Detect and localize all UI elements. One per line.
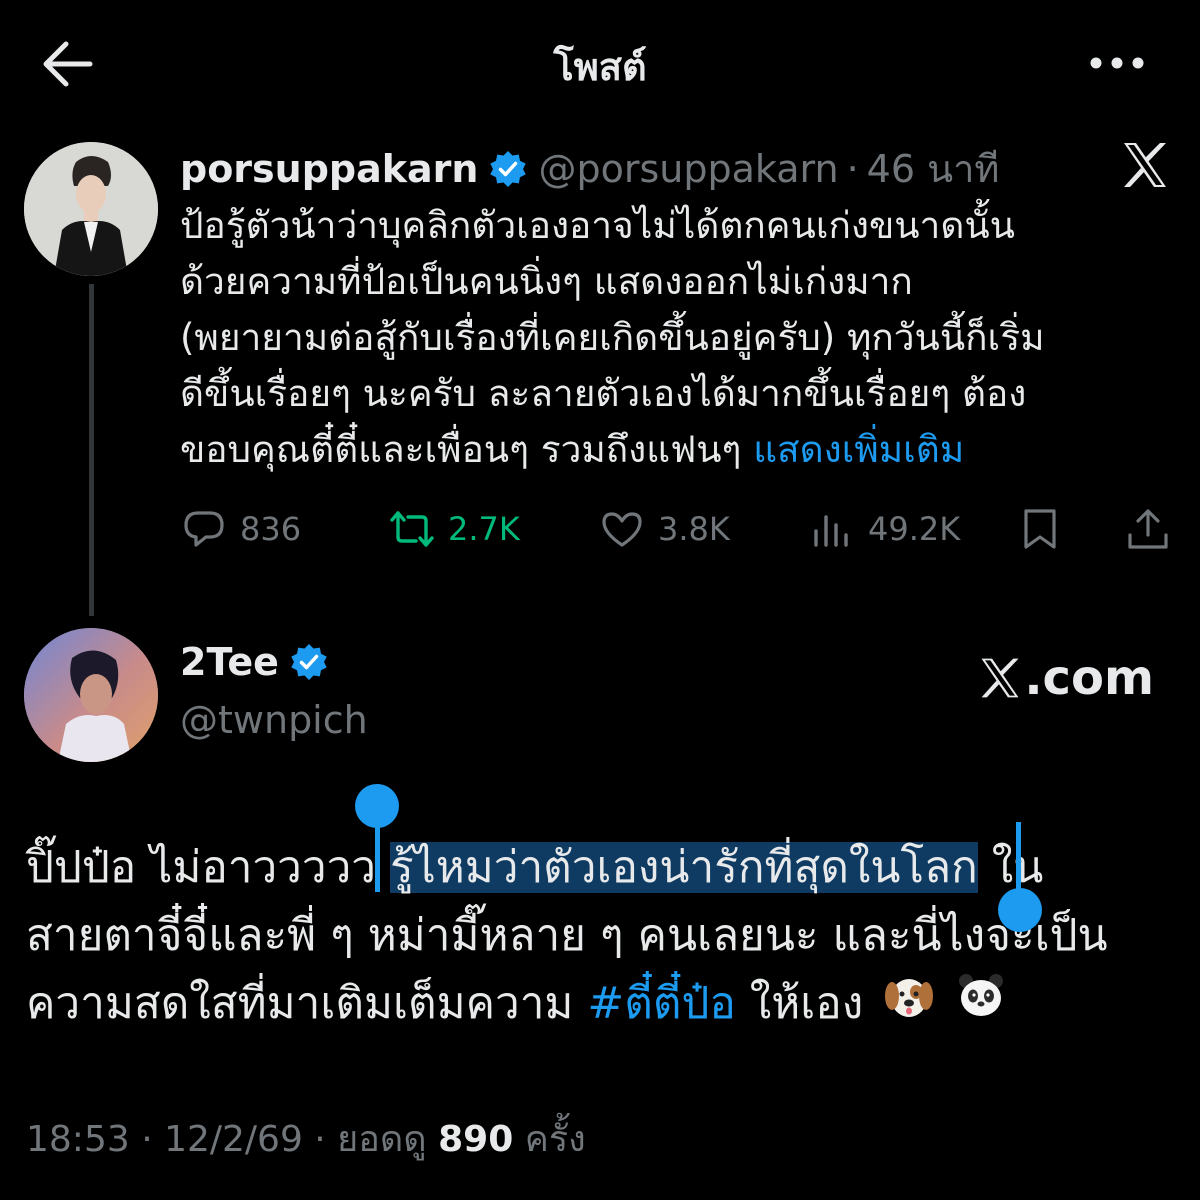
repost-icon xyxy=(390,511,434,547)
verified-badge-icon xyxy=(289,642,329,682)
heart-icon xyxy=(602,512,642,547)
author-handle[interactable]: @porsuppakarn xyxy=(538,147,838,191)
verified-badge-icon xyxy=(488,149,528,189)
post-line: (พยายามต่อสู้กับเรื่องที่เคยเกิดขึ้นอยู่… xyxy=(180,316,1045,359)
post-line-text: ขอบคุณตี๋ตี๋และเพื่อนๆ รวมถึงแฟนๆ xyxy=(180,428,754,471)
selected-text[interactable]: รู้ไหมว่าตัวเองน่ารักที่สุดในโลก xyxy=(390,842,978,893)
top-bar: โพสต์ xyxy=(0,0,1200,125)
post-line: ด้วยความที่ป้อเป็นคนนิ่งๆ แสดงออกไม่เก่ง… xyxy=(180,260,913,303)
views-chart-icon xyxy=(814,515,848,547)
dog-face-icon xyxy=(883,970,935,1042)
selection-end-handle[interactable] xyxy=(998,888,1042,932)
main-post-text[interactable]: ปิ๊ปป๋อ ไม่อาววววว รู้ไหมว่าตัวเองน่ารัก… xyxy=(26,834,1186,1042)
post-line-text: ความสดใสที่มาเติมเต็มความ xyxy=(26,978,588,1029)
repost-count: 2.7K xyxy=(448,510,520,548)
post-timestamp[interactable]: 18:53 · 12/2/69 · ยอดดู xyxy=(26,1119,427,1160)
repost-button[interactable]: 2.7K xyxy=(388,505,520,553)
post-line-text: ให้เอง xyxy=(735,978,864,1029)
post-line-text: ใน xyxy=(977,842,1044,893)
views-button[interactable]: 49.2K xyxy=(808,505,960,553)
panda-face-icon xyxy=(955,970,1007,1042)
post-line: ดีขึ้นเรื่อยๆ นะครับ ละลายตัวเองได้มากขึ… xyxy=(180,372,1027,415)
author-handle[interactable]: @twnpich xyxy=(180,698,368,742)
separator-dot: · xyxy=(846,146,859,191)
bookmark-icon xyxy=(1024,509,1056,549)
post-line: ความสดใสที่มาเติมเต็มความ #ตี๋ตี๋ป๋อ ให้… xyxy=(26,970,1186,1042)
post-line: ป้อรู้ตัวน้าว่าบุคลิกตัวเองอาจไม่ได้ตกคน… xyxy=(180,204,1015,247)
post-actions-bar: 836 2.7K 3.8K 49.2K xyxy=(180,505,1170,565)
like-button[interactable]: 3.8K xyxy=(598,505,730,553)
post-metadata: 18:53 · 12/2/69 · ยอดดู 890 ครั้ง xyxy=(26,1110,586,1167)
show-more-link[interactable]: แสดงเพิ่มเติม xyxy=(753,428,964,471)
page-title: โพสต์ xyxy=(553,45,647,89)
post-line: ขอบคุณตี๋ตี๋และเพื่อนๆ รวมถึงแฟนๆ แสดงเพ… xyxy=(180,422,1180,478)
avatar-2tee[interactable] xyxy=(24,628,158,762)
post-line-text: ปิ๊ปป๋อ ไม่อาววววว xyxy=(26,842,390,893)
view-unit: ครั้ง xyxy=(524,1119,586,1160)
author-name[interactable]: porsuppakarn xyxy=(180,147,478,191)
reply-icon xyxy=(184,511,224,547)
author-name[interactable]: 2Tee xyxy=(180,640,279,684)
post-time[interactable]: 46 นาที xyxy=(867,138,1000,199)
view-count: 49.2K xyxy=(868,510,961,548)
x-com-text: .com xyxy=(1024,650,1154,706)
quoted-post-header: porsuppakarn @porsuppakarn · 46 นาที xyxy=(180,138,999,199)
x-com-watermark: .com xyxy=(978,650,1154,706)
bookmark-button[interactable] xyxy=(1016,505,1076,553)
reply-button[interactable]: 836 xyxy=(180,505,301,553)
more-options-icon[interactable] xyxy=(1086,40,1148,86)
like-count: 3.8K xyxy=(658,510,730,548)
x-logo-icon xyxy=(981,658,1019,698)
hashtag-link[interactable]: #ตี๋ตี๋ป๋อ xyxy=(587,978,735,1029)
quoted-post-text: ป้อรู้ตัวน้าว่าบุคลิกตัวเองอาจไม่ได้ตกคน… xyxy=(180,198,1180,478)
main-post-handle-row: @twnpich xyxy=(180,698,368,742)
selection-end-caret xyxy=(1016,822,1021,892)
view-count: 890 xyxy=(438,1119,514,1160)
share-icon xyxy=(1128,509,1168,549)
thread-connector-line xyxy=(89,284,94,616)
share-button[interactable] xyxy=(1124,505,1184,553)
x-logo-icon xyxy=(1120,140,1170,190)
avatar-porsuppakarn[interactable] xyxy=(24,142,158,276)
reply-count: 836 xyxy=(240,510,302,548)
main-post-header: 2Tee xyxy=(180,640,339,684)
